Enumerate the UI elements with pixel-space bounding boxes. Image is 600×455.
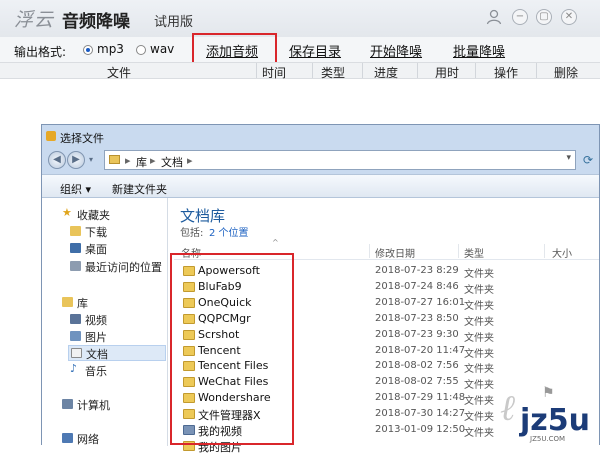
address-bar[interactable]: ▸ 库 ▸ 文档 ▸ ▾: [104, 150, 576, 170]
folder-icon: [109, 155, 120, 164]
save-directory-button[interactable]: 保存目录: [289, 41, 341, 60]
organize-menu[interactable]: 组织 ▾: [60, 181, 91, 197]
file-modified-date: 2018-07-23 8:29: [375, 265, 459, 276]
dialog-title: 选择文件: [60, 132, 104, 145]
file-modified-date: 2018-07-23 9:30: [375, 328, 459, 340]
computer-icon: [62, 399, 73, 409]
crumb-separator[interactable]: ▸: [125, 154, 131, 167]
column-header-delete[interactable]: 删除: [554, 64, 578, 81]
document-library-icon: [71, 348, 82, 358]
file-type: 文件夹: [464, 316, 494, 328]
column-header-progress[interactable]: 进度: [374, 64, 398, 81]
start-denoise-button[interactable]: 开始降噪: [370, 41, 422, 60]
user-icon[interactable]: [485, 8, 503, 26]
watermark-subtext: JZ5U.COM: [530, 435, 566, 443]
file-type: 文件夹: [464, 269, 494, 280]
close-button[interactable]: ✕: [561, 9, 577, 25]
crumb-library[interactable]: 库: [136, 154, 147, 170]
file-modified-date: 2018-07-24 8:46: [375, 280, 459, 292]
column-divider: [312, 63, 313, 78]
nav-item-documents[interactable]: 文档: [68, 345, 166, 361]
app-name: 音频降噪: [62, 12, 130, 32]
column-header-type[interactable]: 类型: [464, 245, 484, 260]
column-divider: [458, 244, 459, 258]
watermark-flag-glyph: ⚑: [542, 385, 555, 401]
address-dropdown-icon[interactable]: ▾: [566, 153, 571, 163]
wav-radio-label[interactable]: wav: [150, 42, 174, 56]
back-arrow-icon[interactable]: ◀: [48, 151, 66, 169]
navigation-pane: ★ 收藏夹 下载 桌面 最近访问的位置 库 视频 图片 文档 ♪ 音乐 计算机 …: [42, 198, 168, 446]
app-toolbar: 输出格式: mp3 wav 添加音频 保存目录 开始降噪 批量降噪: [0, 37, 600, 62]
file-type: 文件夹: [464, 332, 494, 344]
library-locations-link[interactable]: 2 个位置: [209, 224, 249, 239]
column-divider: [362, 63, 363, 78]
library-title: 文档库: [180, 207, 226, 225]
music-library-icon: ♪: [70, 362, 78, 375]
app-logo: 浮云: [14, 9, 55, 31]
dialog-command-bar: 组织 ▾ 新建文件夹: [42, 174, 599, 198]
column-divider: [256, 63, 257, 78]
column-divider: [417, 63, 418, 78]
column-header-size[interactable]: 大小: [552, 245, 572, 260]
column-header-action[interactable]: 操作: [494, 64, 518, 81]
mp3-radio[interactable]: [83, 45, 93, 55]
minimize-button[interactable]: −: [512, 9, 528, 25]
download-folder-icon: [70, 226, 81, 236]
column-divider: [544, 244, 545, 258]
file-modified-date: 2013-01-09 12:50: [375, 424, 466, 435]
watermark-brush-glyph: ℓ: [500, 388, 515, 429]
sort-ascending-icon: ^: [272, 238, 279, 247]
file-modified-date: 2018-07-29 11:48: [375, 392, 466, 404]
output-format-label: 输出格式:: [14, 45, 67, 59]
restore-button[interactable]: ▢: [536, 9, 552, 25]
picture-library-icon: [70, 331, 81, 341]
app-edition: 试用版: [154, 15, 194, 30]
task-table-header: 文件 时间 类型 进度 用时 操作 删除: [0, 62, 600, 81]
file-type: 文件夹: [464, 364, 494, 376]
column-divider: [536, 63, 537, 78]
crumb-separator[interactable]: ▸: [187, 154, 193, 167]
mp3-radio-label[interactable]: mp3: [97, 42, 124, 56]
file-type: 文件夹: [464, 348, 494, 360]
column-header-time[interactable]: 时间: [262, 64, 286, 81]
desktop-icon: [70, 243, 81, 253]
folder-list-highlight-box: [170, 253, 294, 445]
column-divider: [369, 244, 370, 258]
watermark-text: jz5u: [520, 403, 590, 438]
star-icon: ★: [62, 206, 72, 219]
file-modified-date: 2018-07-30 14:27: [375, 408, 466, 420]
speaker-icon: [46, 131, 56, 141]
library-include-label: 包括:: [180, 228, 204, 239]
file-modified-date: 2018-08-02 7:56: [375, 360, 459, 372]
dialog-titlebar: 选择文件: [42, 125, 599, 147]
refresh-icon[interactable]: ⟳: [583, 153, 593, 167]
dialog-navigation-bar: ◀ ▶ ▾ ▸ 库 ▸ 文档 ▸ ▾ ⟳: [42, 147, 599, 174]
batch-denoise-button[interactable]: 批量降噪: [453, 41, 505, 60]
history-dropdown-icon[interactable]: ▾: [89, 155, 93, 164]
libraries-icon: [62, 297, 73, 307]
column-header-duration[interactable]: 用时: [435, 64, 459, 81]
app-titlebar: 浮云 音频降噪 试用版 − ▢ ✕: [0, 0, 600, 37]
crumb-documents[interactable]: 文档: [161, 154, 183, 170]
column-divider: [475, 63, 476, 78]
wav-radio[interactable]: [136, 45, 146, 55]
recent-places-icon: [70, 261, 81, 271]
network-icon: [62, 433, 73, 443]
file-type: 文件夹: [464, 284, 494, 296]
file-modified-date: 2018-07-27 16:01: [375, 296, 466, 308]
crumb-separator[interactable]: ▸: [150, 154, 156, 167]
column-header-modified[interactable]: 修改日期: [375, 245, 415, 260]
new-folder-button[interactable]: 新建文件夹: [112, 181, 167, 197]
forward-arrow-icon[interactable]: ▶: [67, 151, 85, 169]
file-modified-date: 2018-07-20 11:47: [375, 344, 466, 356]
column-header-type[interactable]: 类型: [321, 64, 345, 81]
file-modified-date: 2018-07-23 8:50: [375, 312, 459, 324]
file-type: 文件夹: [464, 300, 494, 312]
watermark: ℓ ⚑ jz5u JZ5U.COM: [490, 383, 600, 445]
video-library-icon: [70, 314, 81, 324]
file-modified-date: 2018-08-02 7:55: [375, 376, 459, 388]
column-header-file[interactable]: 文件: [107, 64, 131, 81]
